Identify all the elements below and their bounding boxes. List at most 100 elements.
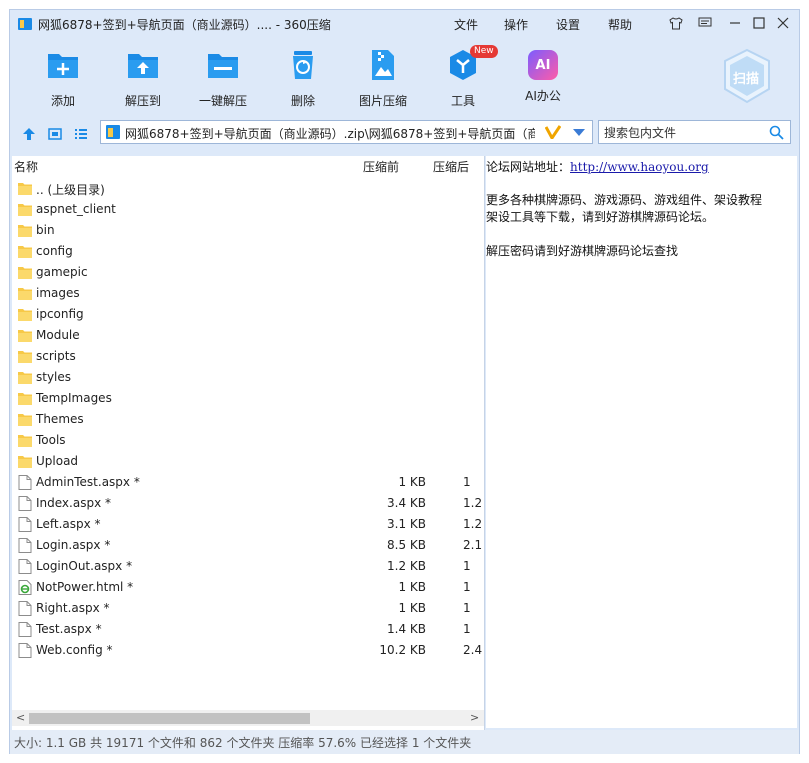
file-name: aspnet_client	[36, 202, 116, 216]
folder-row[interactable]: gamepic	[12, 262, 482, 283]
file-name: Module	[36, 328, 80, 342]
file-row[interactable]: Test.aspx * 1.4 KB 1	[12, 619, 482, 640]
column-size-after[interactable]: 压缩后	[433, 158, 469, 175]
column-size-before[interactable]: 压缩前	[363, 158, 399, 175]
file-row[interactable]: Index.aspx * 3.4 KB 1.2	[12, 493, 482, 514]
file-size-before: 1 KB	[398, 580, 426, 594]
image-compress-button[interactable]: 图片压缩	[346, 48, 420, 109]
folder-icon	[18, 288, 32, 300]
file-name: images	[36, 286, 80, 300]
file-name: scripts	[36, 349, 76, 363]
search-icon[interactable]	[769, 125, 784, 140]
scan-button[interactable]: 扫描	[722, 48, 772, 104]
scroll-thumb[interactable]	[29, 713, 310, 724]
folder-row[interactable]: Module	[12, 325, 482, 346]
close-icon[interactable]	[772, 12, 794, 34]
menu-settings[interactable]: 设置	[556, 16, 580, 33]
ai-office-button[interactable]: AI AI办公	[506, 48, 580, 104]
feedback-icon[interactable]	[694, 12, 716, 34]
scan-label: 扫描	[733, 72, 760, 87]
folder-row[interactable]: Upload	[12, 451, 482, 472]
file-name: config	[36, 244, 73, 258]
folder-icon	[18, 372, 32, 384]
folder-row[interactable]: scripts	[12, 346, 482, 367]
maximize-icon[interactable]	[748, 12, 770, 34]
path-field[interactable]: 网狐6878+签到+导航页面（商业源码）.zip\网狐6878+签到+导航页面（…	[100, 120, 593, 144]
path-text: 网狐6878+签到+导航页面（商业源码）.zip\网狐6878+签到+导航页面（…	[125, 127, 535, 141]
file-name: gamepic	[36, 265, 88, 279]
folder-icon	[18, 351, 32, 363]
thumbnail-view-icon[interactable]	[48, 127, 62, 141]
folder-row[interactable]: TempImages	[12, 388, 482, 409]
folder-row[interactable]: Tools	[12, 430, 482, 451]
folder-icon	[18, 267, 32, 279]
file-size-before: 10.2 KB	[379, 643, 426, 657]
toolbar: 添加 解压到 一键解压 删除 图片压缩 New 工具 AI AI办公 扫描	[10, 40, 799, 116]
folder-icon	[18, 309, 32, 321]
file-name: Tools	[36, 433, 66, 447]
search-box	[598, 120, 791, 144]
forum-link[interactable]: http://www.haoyou.org	[570, 160, 709, 174]
scroll-left-icon[interactable]: <	[16, 711, 25, 724]
file-row[interactable]: Right.aspx * 1 KB 1	[12, 598, 482, 619]
file-list: 名称 压缩前 压缩后 .. (上级目录) aspnet_clientbin conf…	[12, 156, 485, 730]
shirt-icon[interactable]	[665, 12, 687, 34]
add-icon	[48, 54, 78, 78]
folder-row[interactable]: images	[12, 283, 482, 304]
ai-office-icon: AI	[528, 50, 558, 80]
folder-row[interactable]: bin	[12, 220, 482, 241]
file-row[interactable]: AdminTest.aspx * 1 KB 1	[12, 472, 482, 493]
tools-button[interactable]: New 工具	[426, 45, 500, 109]
folder-icon	[18, 393, 32, 405]
archive-comment-panel: 论坛网站地址：http://www.haoyou.org 更多各种棋牌源码、游戏…	[486, 156, 797, 728]
file-size-after: 1	[463, 601, 471, 615]
file-row[interactable]: Left.aspx * 3.1 KB 1.2	[12, 514, 482, 535]
column-name[interactable]: 名称	[14, 158, 38, 175]
folder-icon	[18, 183, 32, 195]
up-arrow-icon[interactable]	[22, 127, 36, 141]
folder-row[interactable]: ipconfig	[12, 304, 482, 325]
menu-help[interactable]: 帮助	[608, 16, 632, 33]
folder-row[interactable]: aspnet_client	[12, 199, 482, 220]
new-badge: New	[470, 45, 498, 58]
folder-row[interactable]: styles	[12, 367, 482, 388]
file-name: Web.config *	[36, 643, 113, 657]
search-input[interactable]	[602, 124, 766, 142]
file-size-after: 1	[463, 559, 471, 573]
title-bar[interactable]: 网狐6878+签到+导航页面（商业源码）.... - 360压缩 文件 操作 设…	[10, 10, 799, 38]
folder-icon	[18, 225, 32, 237]
path-dropdown-icon[interactable]	[573, 129, 585, 137]
horizontal-scrollbar[interactable]: < >	[12, 710, 484, 726]
file-row[interactable]: NotPower.html * 1 KB 1	[12, 577, 482, 598]
scroll-right-icon[interactable]: >	[470, 711, 479, 724]
file-row[interactable]: LoginOut.aspx * 1.2 KB 1	[12, 556, 482, 577]
folder-row[interactable]: Themes	[12, 409, 482, 430]
file-size-before: 1.2 KB	[387, 559, 426, 573]
delete-button[interactable]: 删除	[266, 48, 340, 109]
status-text: 大小: 1.1 GB 共 19171 个文件和 862 个文件夹 压缩率 57.…	[14, 736, 472, 750]
menu-operate[interactable]: 操作	[504, 16, 528, 33]
folder-icon	[18, 414, 32, 426]
file-row[interactable]: Web.config * 10.2 KB 2.4	[12, 640, 482, 661]
file-name: ipconfig	[36, 307, 84, 321]
forum-line: 论坛网站地址：http://www.haoyou.org	[486, 158, 709, 175]
menu-file[interactable]: 文件	[454, 16, 478, 33]
minimize-icon[interactable]	[724, 12, 746, 34]
extract-to-button[interactable]: 解压到	[106, 48, 180, 109]
file-icon	[18, 559, 32, 574]
delete-label: 删除	[290, 94, 315, 108]
add-button[interactable]: 添加	[26, 48, 100, 109]
one-click-extract-button[interactable]: 一键解压	[186, 48, 260, 109]
file-size-before: 3.1 KB	[387, 517, 426, 531]
folder-row[interactable]: .. (上级目录)	[12, 178, 482, 199]
one-click-extract-icon	[208, 54, 238, 78]
list-view-icon[interactable]	[74, 127, 88, 141]
one-click-extract-label: 一键解压	[198, 94, 247, 108]
file-name: styles	[36, 370, 72, 384]
image-compress-label: 图片压缩	[358, 94, 407, 108]
checkmark-v-icon	[545, 125, 561, 139]
file-name: Upload	[36, 454, 79, 468]
folder-icon	[18, 435, 32, 447]
file-row[interactable]: Login.aspx * 8.5 KB 2.1	[12, 535, 482, 556]
folder-row[interactable]: config	[12, 241, 482, 262]
